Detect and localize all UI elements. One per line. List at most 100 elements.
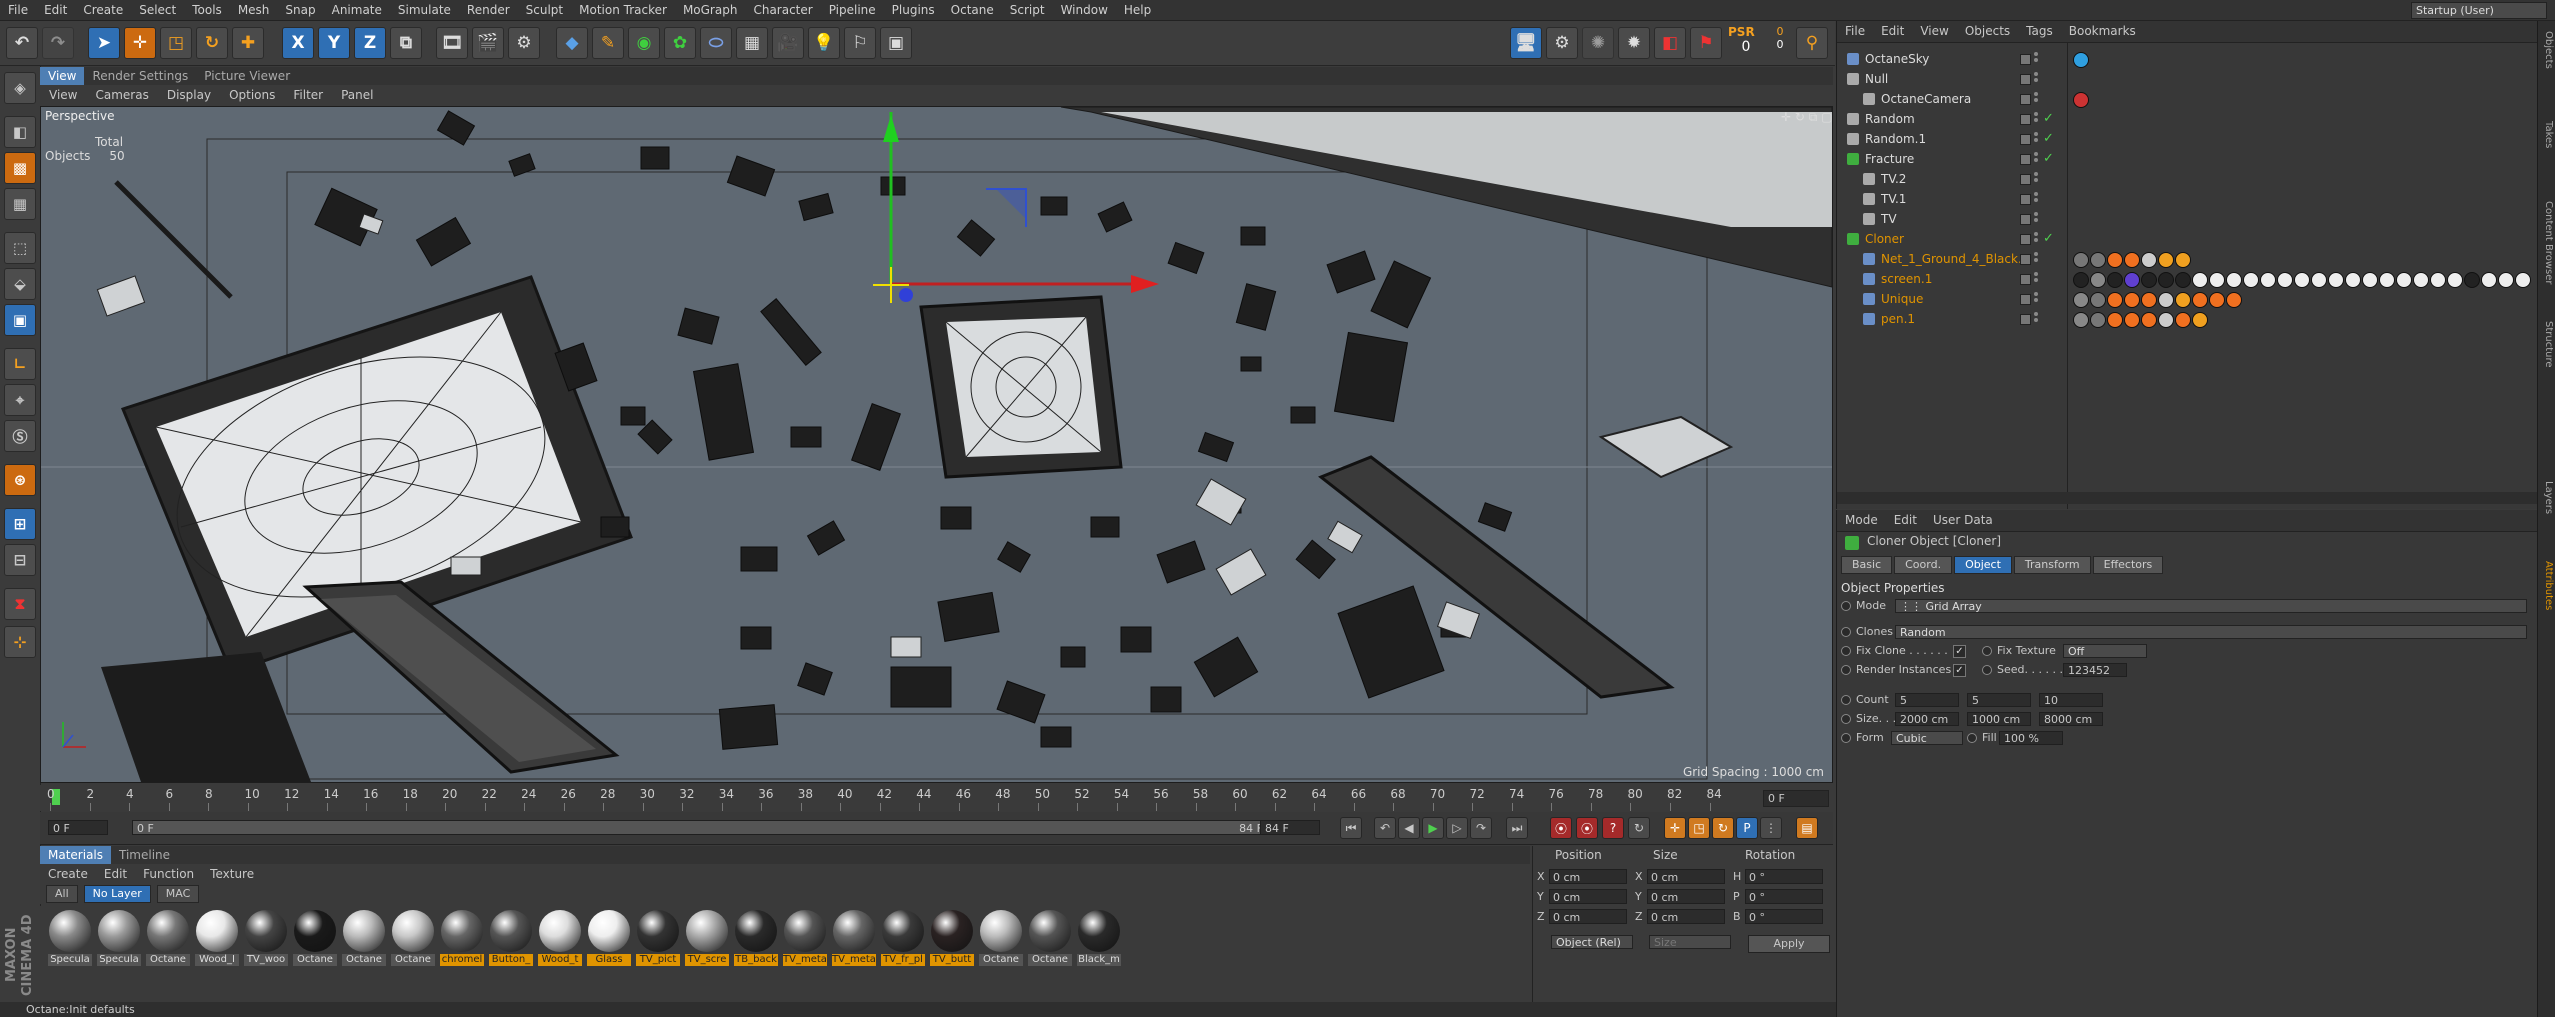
viewport-menu-view[interactable]: View: [40, 85, 86, 106]
object-name[interactable]: OctaneSky: [1865, 49, 1929, 69]
edges-mode-icon[interactable]: ⬙: [4, 268, 36, 300]
side-tab-attributes[interactable]: Attributes: [2540, 561, 2554, 610]
timeline-settings-icon[interactable]: ▤: [1796, 817, 1818, 839]
side-tab-content-browser[interactable]: Content Browser: [2540, 201, 2554, 284]
object-name[interactable]: screen.1: [1881, 269, 1932, 289]
material-swatch[interactable]: Octane: [146, 910, 190, 970]
edit-render-settings-icon[interactable]: ⚙: [508, 27, 540, 59]
material-tag-icon[interactable]: [2073, 272, 2089, 288]
material-tag-icon[interactable]: [2226, 272, 2242, 288]
material-swatch[interactable]: Wood_I: [195, 910, 239, 970]
layer-icon[interactable]: [2020, 254, 2031, 265]
visibility-dots[interactable]: [2034, 212, 2038, 226]
menu-edit[interactable]: Edit: [36, 0, 75, 20]
workplane-icon[interactable]: ▦: [4, 188, 36, 220]
visibility-dots[interactable]: [2034, 52, 2038, 66]
y-axis-lock-button[interactable]: Y: [318, 27, 350, 59]
object-row[interactable]: Random.1 ✓: [1837, 129, 2537, 149]
snapping-icon[interactable]: ⊛: [4, 464, 36, 496]
octane-objects-icon[interactable]: ◧: [1654, 27, 1686, 59]
keyframe-selection-icon[interactable]: ?: [1602, 817, 1624, 839]
material-tag-icon[interactable]: [2209, 272, 2225, 288]
material-tag-icon[interactable]: [2192, 292, 2208, 308]
undo-icon[interactable]: ↶: [6, 27, 38, 59]
apply-button[interactable]: Apply: [1748, 935, 1830, 953]
viewport-menu-filter[interactable]: Filter: [284, 85, 332, 106]
menu-render[interactable]: Render: [459, 0, 518, 20]
previous-key-icon[interactable]: ↶: [1374, 817, 1396, 839]
viewport-menu-panel[interactable]: Panel: [332, 85, 382, 106]
material-tag-icon[interactable]: [2124, 252, 2140, 268]
autokeying-icon[interactable]: ⦿: [1576, 817, 1598, 839]
material-swatch[interactable]: Button_: [489, 910, 533, 970]
menu-help[interactable]: Help: [1116, 0, 1159, 20]
object-name[interactable]: pen.1: [1881, 309, 1915, 329]
filter-mac[interactable]: MAC: [156, 885, 200, 903]
material-tag-icon[interactable]: [2158, 272, 2174, 288]
material-swatch[interactable]: TV_fr_pl: [881, 910, 925, 970]
visibility-dots[interactable]: [2034, 252, 2038, 266]
object-name[interactable]: Random: [1865, 109, 1915, 129]
seed-field[interactable]: 123452: [2063, 663, 2127, 677]
size-z-field[interactable]: 8000 cm: [2039, 712, 2103, 726]
position-field[interactable]: 0 cm: [1549, 909, 1627, 924]
material-tag-icon[interactable]: [2515, 272, 2531, 288]
rotation-field[interactable]: 0 °: [1745, 889, 1823, 904]
record-scale-icon[interactable]: ◳: [1688, 817, 1710, 839]
material-swatch[interactable]: Glass: [587, 910, 631, 970]
object-name[interactable]: OctaneCamera: [1881, 89, 1971, 109]
snap-icon[interactable]: ⚲: [1796, 27, 1828, 59]
material-tag-icon[interactable]: [2124, 312, 2140, 328]
count-z-field[interactable]: 10: [2039, 693, 2103, 707]
material-swatch[interactable]: TB_back: [734, 910, 778, 970]
material-tag-icon[interactable]: [2430, 272, 2446, 288]
next-key-icon[interactable]: ↷: [1470, 817, 1492, 839]
object-row[interactable]: OctaneCamera: [1837, 89, 2537, 109]
menu-script[interactable]: Script: [1002, 0, 1053, 20]
count-x-field[interactable]: 5: [1895, 693, 1959, 707]
object-row[interactable]: Random ✓: [1837, 109, 2537, 129]
layer-icon[interactable]: [2020, 194, 2031, 205]
material-tag-icon[interactable]: [2141, 312, 2157, 328]
visibility-dots[interactable]: [2034, 172, 2038, 186]
form-dropdown[interactable]: Cubic: [1891, 731, 1963, 745]
octane-texture-icon[interactable]: ✺: [1582, 27, 1614, 59]
render-instances-checkbox[interactable]: ✓: [1953, 664, 1966, 677]
record-position-icon[interactable]: ✛: [1664, 817, 1686, 839]
size-y-field[interactable]: 1000 cm: [1967, 712, 2031, 726]
coordinate-mode-dropdown[interactable]: Object (Rel): [1551, 935, 1633, 949]
texture-mode-icon[interactable]: ▩: [4, 152, 36, 184]
om-menu-view[interactable]: View: [1912, 21, 1956, 42]
menu-tools[interactable]: Tools: [184, 0, 230, 20]
enable-axis-icon[interactable]: ∟: [4, 348, 36, 380]
object-name[interactable]: Net_1_Ground_4_Black.1: [1881, 249, 2029, 269]
material-tag-icon[interactable]: [2073, 92, 2089, 108]
axis-gizmo-icon[interactable]: ⊹: [4, 626, 36, 658]
material-tag-icon[interactable]: [2073, 312, 2089, 328]
material-tag-icon[interactable]: [2277, 272, 2293, 288]
object-manager-divider[interactable]: [2067, 42, 2068, 509]
live-selection-icon[interactable]: ➤: [88, 27, 120, 59]
recent-tools-icon[interactable]: ✚: [232, 27, 264, 59]
menu-plugins[interactable]: Plugins: [884, 0, 943, 20]
menu-create[interactable]: Create: [75, 0, 131, 20]
material-swatch[interactable]: Specula: [48, 910, 92, 970]
solo-icon[interactable]: Ⓢ: [4, 420, 36, 452]
material-tag-icon[interactable]: [2226, 292, 2242, 308]
material-tag-icon[interactable]: [2141, 272, 2157, 288]
material-tag-icon[interactable]: [2260, 272, 2276, 288]
material-tag-icon[interactable]: [2090, 252, 2106, 268]
cube-primitive-icon[interactable]: ◆: [556, 27, 588, 59]
scale-tool-icon[interactable]: ◳: [160, 27, 192, 59]
octane-settings-icon[interactable]: ⚙: [1546, 27, 1578, 59]
material-tag-icon[interactable]: [2124, 292, 2140, 308]
fix-texture-dropdown[interactable]: Off: [2063, 644, 2147, 658]
layer-icon[interactable]: [2020, 134, 2031, 145]
menu-pipeline[interactable]: Pipeline: [821, 0, 884, 20]
material-tag-icon[interactable]: [2073, 292, 2089, 308]
polygons-mode-icon[interactable]: ▣: [4, 304, 36, 336]
visibility-dots[interactable]: [2034, 192, 2038, 206]
material-tag-icon[interactable]: [2209, 292, 2225, 308]
light-icon[interactable]: 💡: [808, 27, 840, 59]
render-view-icon[interactable]: 🎞: [436, 27, 468, 59]
